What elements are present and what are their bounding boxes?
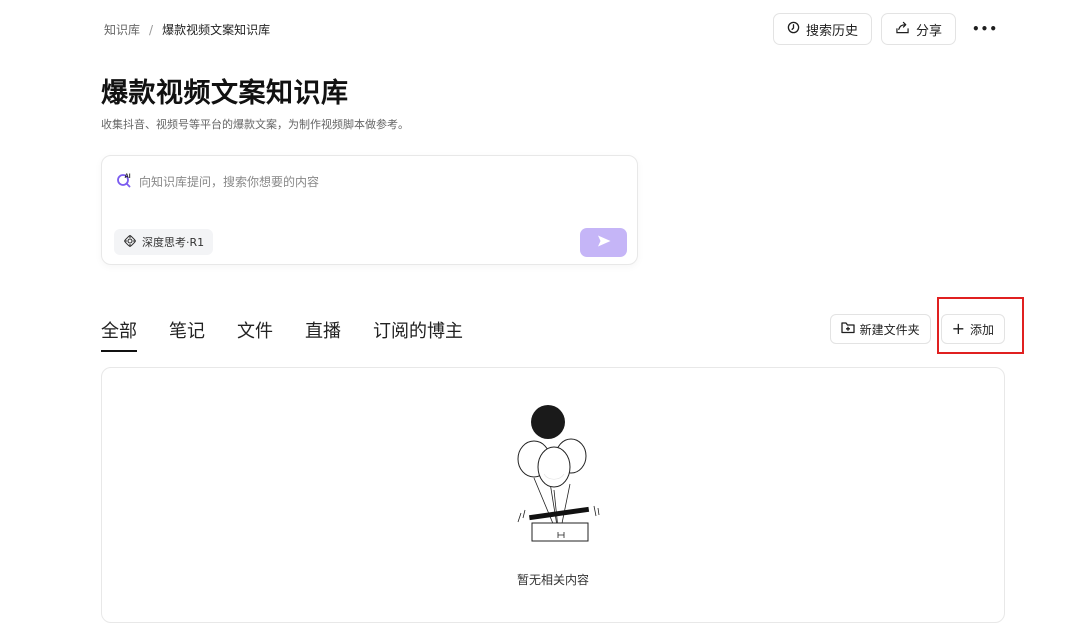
content-panel: 暂无相关内容: [101, 367, 1005, 623]
tab-all[interactable]: 全部: [101, 317, 137, 352]
new-folder-button[interactable]: 新建文件夹: [829, 314, 931, 344]
ai-search-icon: AI: [116, 172, 132, 191]
tab-files[interactable]: 文件: [237, 317, 273, 352]
empty-state-text: 暂无相关内容: [516, 573, 589, 587]
ask-placeholder: 向知识库提问，搜索你想要的内容: [139, 175, 320, 189]
more-icon: •••: [971, 22, 998, 36]
page-title: 爆款视频文案知识库: [101, 78, 349, 109]
deep-think-label: 深度思考·R1: [142, 236, 205, 249]
breadcrumb-root[interactable]: 知识库: [104, 21, 140, 38]
deep-think-toggle[interactable]: 深度思考·R1: [114, 229, 214, 255]
folder-plus-icon: [840, 321, 855, 337]
highlight-annotation: [937, 297, 1024, 354]
send-icon: [596, 233, 612, 252]
breadcrumb-current: 爆款视频文案知识库: [162, 23, 271, 37]
balloon-illustration: [504, 398, 604, 552]
tab-notes[interactable]: 笔记: [169, 317, 205, 352]
share-button[interactable]: 分享: [880, 13, 956, 45]
search-history-button[interactable]: 搜索历史: [772, 13, 872, 45]
tab-live[interactable]: 直播: [305, 317, 341, 352]
breadcrumb: 知识库 / 爆款视频文案知识库: [104, 21, 270, 38]
tab-subscribed-bloggers[interactable]: 订阅的博主: [373, 317, 463, 352]
atom-icon: [123, 234, 137, 251]
send-button[interactable]: [580, 228, 627, 257]
content-tabs: 全部 笔记 文件 直播 订阅的博主: [101, 317, 463, 352]
share-icon: [895, 21, 910, 38]
share-label: 分享: [915, 23, 942, 39]
breadcrumb-separator: /: [149, 22, 154, 37]
ask-input[interactable]: AI 向知识库提问，搜索你想要的内容: [116, 172, 319, 191]
search-history-label: 搜索历史: [805, 23, 858, 39]
svg-text:AI: AI: [125, 174, 131, 180]
new-folder-label: 新建文件夹: [859, 322, 920, 337]
page-subtitle: 收集抖音、视频号等平台的爆款文案，为制作视频脚本做参考。: [101, 118, 409, 131]
clock-icon: [787, 21, 800, 38]
top-actions: 搜索历史 分享 •••: [772, 13, 1005, 45]
ask-box: AI 向知识库提问，搜索你想要的内容 深度思考·R1: [101, 155, 638, 265]
more-button[interactable]: •••: [965, 13, 1005, 45]
